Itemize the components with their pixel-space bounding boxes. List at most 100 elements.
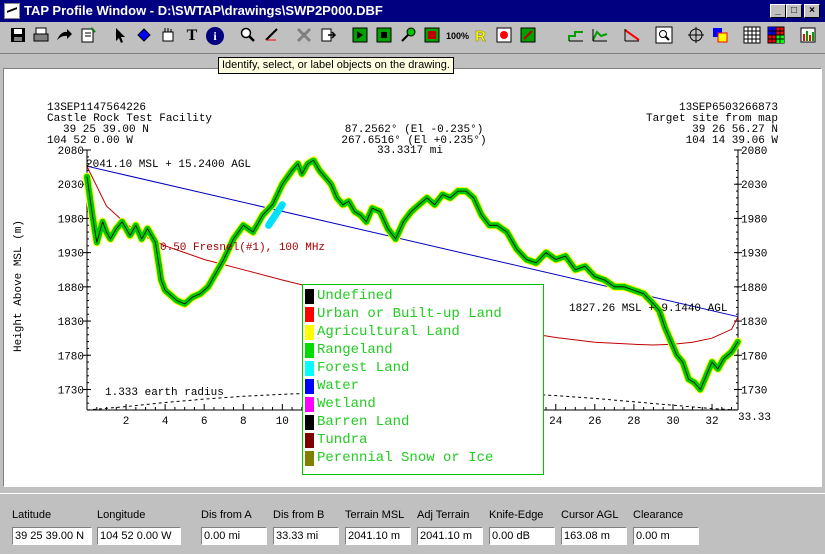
legend-label: Urban or Built-up Land (317, 306, 502, 322)
red-pin-tool-icon[interactable] (494, 26, 514, 46)
y-tick-label: 1980 (58, 214, 84, 226)
profile-plot-panel[interactable]: 13SEP1147564226 Castle Rock Test Facilit… (3, 68, 822, 487)
status-bar: Latitude 39 25 39.00 N Longitude 104 52 … (0, 493, 825, 554)
delete-icon[interactable] (294, 26, 314, 46)
y-tick-label: 1780 (741, 351, 767, 363)
status-label: Terrain MSL (345, 509, 405, 521)
hand-icon[interactable] (158, 26, 178, 46)
minimize-button[interactable]: _ (770, 4, 786, 18)
status-value: 39 25 39.00 N (12, 527, 92, 545)
status-label: Cursor AGL (561, 509, 619, 521)
status-value: 104 52 0.00 W (97, 527, 181, 545)
x-tick-label: 2 (123, 416, 130, 428)
status-label: Dis from B (273, 509, 325, 521)
maximize-button[interactable]: □ (786, 4, 802, 18)
color-grid-icon[interactable] (766, 26, 786, 46)
x-tick-label: 28 (627, 416, 640, 428)
legend-label: Perennial Snow or Ice (317, 450, 494, 466)
measure-icon[interactable] (262, 26, 282, 46)
x-tick-label: 8 (240, 416, 247, 428)
export-arrow-icon[interactable] (54, 26, 74, 46)
status-label: Clearance (633, 509, 684, 521)
legend-label: Forest Land (317, 360, 410, 376)
legend-swatch (305, 415, 314, 430)
legend-label: Wetland (317, 396, 376, 412)
x-axis-end-label: 33.33 (738, 412, 771, 424)
legend-label: Agricultural Land (317, 324, 460, 340)
status-label: Latitude (12, 509, 52, 521)
toolbar: T i 100% R (0, 23, 825, 54)
path-distance: 33.3317 mi (377, 145, 443, 157)
tooltip: Identify, select, or label objects on th… (218, 57, 454, 74)
legend-swatch (305, 397, 314, 412)
green-tool-3-icon[interactable] (518, 26, 538, 46)
red-green-tool-icon[interactable] (422, 26, 442, 46)
status-value: 2041.10 m (417, 527, 483, 545)
fresnel-view-icon[interactable] (622, 26, 642, 46)
x-tick-label: 4 (162, 416, 169, 428)
green-tool-1-icon[interactable] (350, 26, 370, 46)
layers-icon[interactable] (710, 26, 730, 46)
insert-icon[interactable] (318, 26, 338, 46)
x-tick-label: 24 (549, 416, 563, 428)
close-button[interactable]: × (804, 4, 820, 18)
legend-swatch (305, 307, 314, 322)
y-tick-label: 1980 (741, 214, 767, 226)
x-tick-label: 10 (276, 416, 289, 428)
legend-label: Barren Land (317, 414, 410, 430)
title-bar[interactable]: TAP Profile Window - D:\SWTAP\drawings\S… (0, 0, 825, 22)
magnify-icon[interactable] (238, 26, 258, 46)
y-tick-label: 1730 (741, 385, 767, 397)
legend-swatch (305, 289, 314, 304)
legend-label: Rangeland (317, 342, 393, 358)
land-cover-legend: Undefined Urban or Built-up Land Agricultu… (302, 284, 544, 475)
x-tick-label: 32 (705, 416, 718, 428)
window-title: TAP Profile Window - D:\SWTAP\drawings\S… (24, 3, 383, 18)
bar-chart-icon[interactable] (798, 26, 818, 46)
select-arrow-icon[interactable] (110, 26, 130, 46)
legend-label: Tundra (317, 432, 368, 448)
y-tick-label: 1830 (741, 317, 767, 329)
pan-crosshair-icon[interactable] (686, 26, 706, 46)
x-tick-label: 26 (588, 416, 601, 428)
y-tick-label: 1780 (58, 351, 84, 363)
profile-view-2-icon[interactable] (590, 26, 610, 46)
grid-icon[interactable] (742, 26, 762, 46)
svg-text:R: R (475, 28, 486, 44)
legend-swatch (305, 343, 314, 358)
y-tick-label: 2080 (741, 146, 767, 158)
site-a-height-label: 2041.10 MSL + 15.2400 AGL (86, 159, 251, 171)
yellow-r-icon[interactable]: R (470, 26, 490, 46)
app-icon[interactable] (4, 3, 20, 19)
green-tool-2-icon[interactable] (374, 26, 394, 46)
fill-icon[interactable] (134, 26, 154, 46)
fresnel-label: 0.50 Fresnel(#1), 100 MHz (160, 242, 325, 254)
legend-label: Water (317, 378, 360, 394)
y-tick-label: 1930 (741, 249, 767, 261)
profile-view-1-icon[interactable] (566, 26, 586, 46)
legend-swatch (305, 433, 314, 448)
y-tick-label: 1730 (58, 385, 84, 397)
zoom-100-icon[interactable]: 100% (446, 26, 469, 46)
site-b-height-label: 1827.26 MSL + 9.1440 AGL (569, 303, 727, 315)
y-tick-label: 2030 (58, 180, 84, 192)
status-value: 2041.10 m (345, 527, 411, 545)
text-tool-icon[interactable]: T (182, 26, 202, 46)
edit-page-icon[interactable] (78, 26, 98, 46)
save-icon[interactable] (8, 26, 28, 46)
print-icon[interactable] (31, 26, 51, 46)
legend-swatch (305, 379, 314, 394)
pin-icon[interactable] (398, 26, 418, 46)
status-label: Dis from A (201, 509, 252, 521)
y-tick-label: 1830 (58, 317, 84, 329)
info-identify-icon[interactable]: i (206, 27, 224, 45)
status-label: Knife-Edge (489, 509, 544, 521)
zoom-select-icon[interactable] (654, 26, 674, 46)
legend-swatch (305, 325, 314, 340)
status-label: Longitude (97, 509, 146, 521)
x-tick-label: 30 (666, 416, 679, 428)
legend-swatch (305, 361, 314, 376)
status-value: 33.33 mi (273, 527, 339, 545)
status-label: Adj Terrain (417, 509, 470, 521)
status-value: 0.00 m (633, 527, 699, 545)
